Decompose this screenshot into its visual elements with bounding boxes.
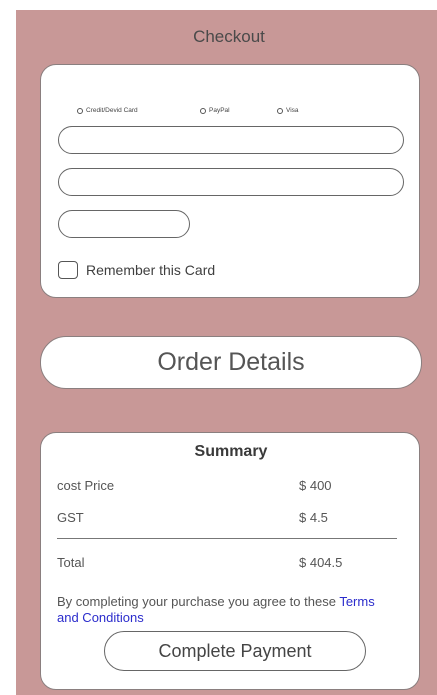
radio-paypal[interactable]: PayPal — [200, 107, 230, 114]
order-details-button[interactable]: Order Details — [40, 336, 422, 389]
total-value: $ 404.5 — [299, 555, 343, 570]
cost-price-label: cost Price — [57, 478, 115, 493]
card-field-1 — [58, 126, 404, 154]
page-title: Checkout — [193, 27, 265, 46]
gst-value: $ 4.5 — [299, 510, 328, 525]
gst-label: GST — [57, 510, 84, 525]
radio-circle-icon — [200, 107, 206, 114]
summary-divider — [57, 538, 397, 539]
checkout-screen: Checkout Credit/Devid Card PayPal Visa R… — [16, 10, 437, 695]
total-label: Total — [57, 555, 85, 570]
radio-credit-card-label: Credit/Devid Card — [86, 107, 138, 114]
remember-card-label: Remember this Card — [86, 262, 216, 278]
summary-card: Summary cost Price $ 400 GST $ 4.5 Total… — [40, 432, 420, 690]
radio-visa-label: Visa — [286, 107, 299, 114]
card-input-2[interactable] — [59, 169, 403, 195]
cost-price-value: $ 400 — [299, 478, 332, 493]
payment-method-group: Credit/Devid Card PayPal Visa — [77, 107, 377, 119]
radio-circle-icon — [277, 107, 283, 114]
card-input-1[interactable] — [59, 127, 403, 153]
remember-card-option[interactable]: Remember this Card — [58, 261, 215, 279]
terms-notice: By completing your purchase you agree to… — [57, 594, 397, 626]
terms-notice-text: By completing your purchase you agree to… — [57, 594, 340, 609]
radio-circle-icon — [77, 107, 83, 114]
payment-card: Credit/Devid Card PayPal Visa Remember t… — [40, 64, 420, 298]
radio-paypal-label: PayPal — [209, 107, 230, 114]
radio-visa[interactable]: Visa — [277, 107, 299, 114]
remember-card-checkbox[interactable] — [58, 261, 78, 279]
complete-payment-button[interactable]: Complete Payment — [104, 631, 366, 671]
card-field-2 — [58, 168, 404, 196]
card-field-3 — [58, 210, 190, 238]
card-input-3[interactable] — [59, 211, 189, 237]
radio-credit-card[interactable]: Credit/Devid Card — [77, 107, 138, 114]
summary-title: Summary — [194, 443, 268, 460]
